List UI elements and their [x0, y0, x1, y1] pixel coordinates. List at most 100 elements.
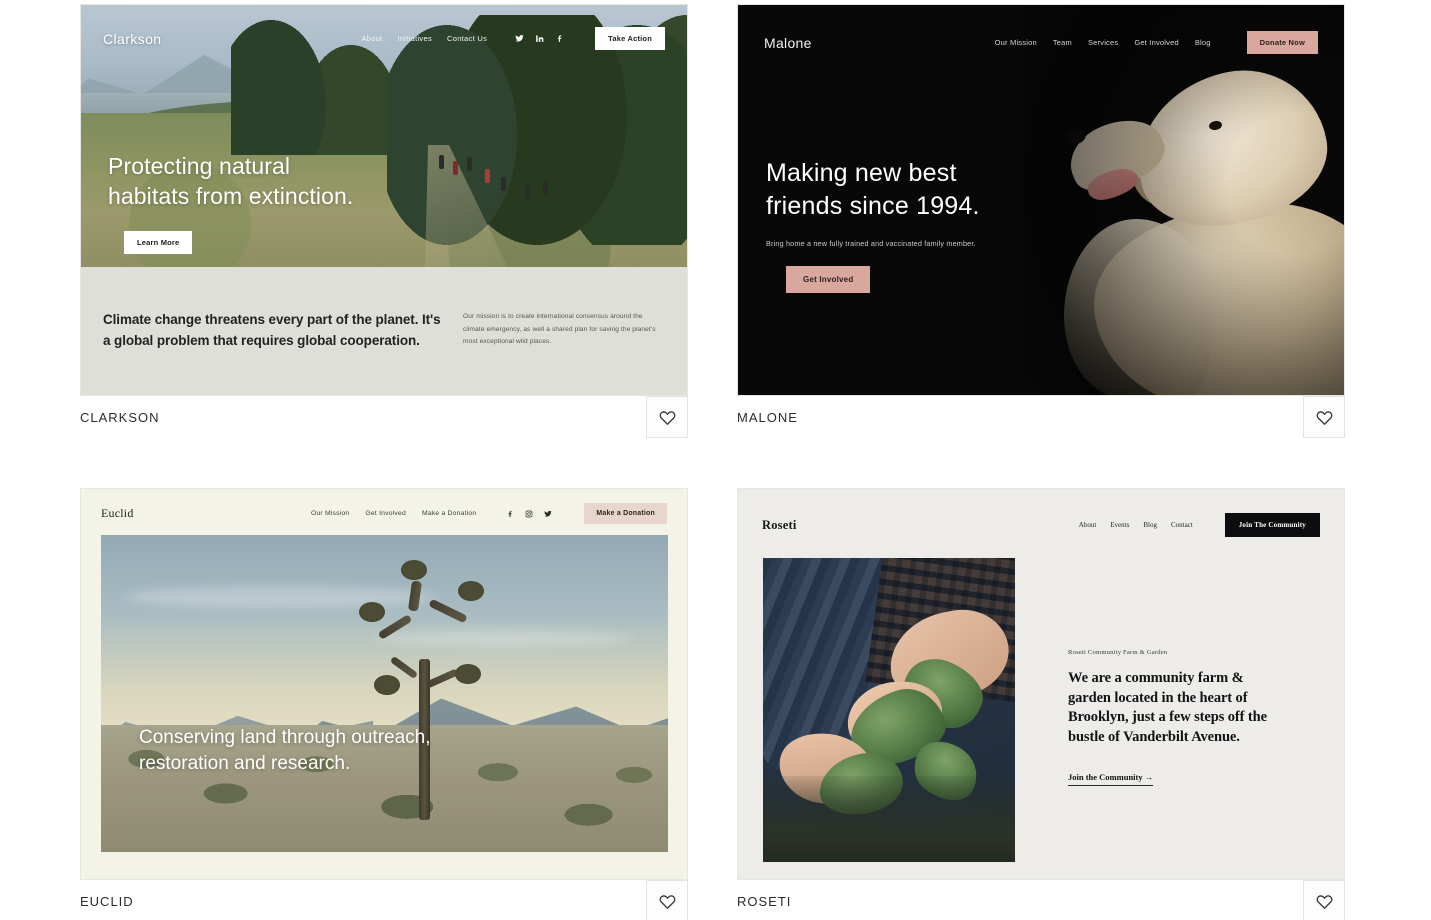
template-name: EUCLID — [80, 894, 134, 909]
section-heading: Climate change threatens every part of t… — [103, 309, 441, 395]
nav-item[interactable]: Blog — [1143, 521, 1157, 529]
site-preview: Clarkson About Initiatives Contact Us Ta… — [81, 5, 687, 395]
site-brand[interactable]: Clarkson — [103, 31, 161, 47]
site-nav: Malone Our Mission Team Services Get Inv… — [738, 31, 1344, 54]
hero-copy: Roseti Community Farm & Garden We are a … — [1068, 649, 1324, 786]
twitter-icon[interactable] — [544, 510, 553, 518]
hero-headline-line1: We are a community farm & — [1068, 670, 1244, 686]
tree-tuft — [374, 674, 401, 695]
template-preview-euclid[interactable]: Euclid Our Mission Get Involved Make a D… — [80, 488, 688, 880]
donate-now-button[interactable]: Donate Now — [1246, 31, 1318, 54]
template-name: ROSETI — [737, 894, 792, 909]
dog-photo — [1024, 5, 1344, 395]
nav-item[interactable]: Initiatives — [397, 34, 432, 43]
hero-headline: We are a community farm & garden located… — [1068, 669, 1324, 747]
nav-item[interactable]: Services — [1088, 38, 1118, 47]
hero-headline-line2: habitats from extinction. — [108, 183, 354, 209]
join-community-button[interactable]: Join The Community — [1224, 513, 1320, 537]
hero-copy: Making new best friends since 1994. Brin… — [766, 157, 980, 293]
social-links — [515, 34, 564, 43]
favorite-button[interactable] — [1303, 396, 1345, 438]
template-preview-clarkson[interactable]: Clarkson About Initiatives Contact Us Ta… — [80, 4, 688, 396]
site-nav: Euclid Our Mission Get Involved Make a D… — [81, 503, 687, 524]
site-preview: Euclid Our Mission Get Involved Make a D… — [81, 489, 687, 879]
make-a-donation-button[interactable]: Make a Donation — [584, 503, 667, 524]
soil-layer — [763, 776, 1015, 862]
template-name: MALONE — [737, 410, 798, 425]
nav-item[interactable]: Events — [1110, 521, 1129, 529]
eyebrow-text: Roseti Community Farm & Garden — [1068, 649, 1168, 656]
favorite-button[interactable] — [1303, 880, 1345, 920]
nav-item[interactable]: Contact — [1171, 521, 1193, 529]
tree-branch — [425, 668, 460, 689]
site-brand[interactable]: Roseti — [762, 518, 797, 533]
photo-vignette — [1024, 5, 1344, 395]
tree-branch — [428, 598, 469, 624]
section-body: Our mission is to create international c… — [463, 313, 656, 345]
nav-item[interactable]: Contact Us — [447, 34, 487, 43]
facebook-icon[interactable] — [555, 34, 564, 43]
nav-item[interactable]: Make a Donation — [422, 510, 476, 517]
hero-headline: Conserving land through outreach, restor… — [139, 725, 431, 777]
hero-copy: Protecting natural habitats from extinct… — [108, 151, 353, 254]
template-card-euclid[interactable]: Euclid Our Mission Get Involved Make a D… — [80, 488, 688, 920]
card-footer: MALONE — [737, 396, 1345, 456]
card-footer: EUCLID — [80, 880, 688, 920]
nav-item[interactable]: Our Mission — [311, 510, 349, 517]
section-heading-line1: Climate change threatens every part of t… — [103, 312, 441, 327]
site-nav-links: About Events Blog Contact Join The Commu… — [1079, 513, 1320, 537]
site-preview: Malone Our Mission Team Services Get Inv… — [738, 5, 1344, 395]
site-preview: Roseti About Events Blog Contact Join Th… — [738, 489, 1344, 879]
twitter-icon[interactable] — [515, 34, 524, 43]
site-nav: Roseti About Events Blog Contact Join Th… — [738, 513, 1344, 537]
site-brand[interactable]: Euclid — [101, 506, 134, 521]
join-community-link[interactable]: Join the Community → — [1068, 772, 1154, 786]
garden-photo — [763, 558, 1015, 862]
hero-headline-line2: friends since 1994. — [766, 192, 980, 220]
hero-headline-line4: bustle of Vanderbilt Avenue. — [1068, 728, 1240, 745]
hero-headline-line3: Brooklyn, just a few steps off the — [1068, 709, 1267, 725]
template-card-clarkson[interactable]: Clarkson About Initiatives Contact Us Ta… — [80, 4, 688, 456]
template-card-roseti[interactable]: Roseti About Events Blog Contact Join Th… — [737, 488, 1345, 920]
site-nav: Clarkson About Initiatives Contact Us Ta… — [81, 27, 687, 50]
joshua-tree — [350, 560, 500, 821]
template-gallery: Clarkson About Initiatives Contact Us Ta… — [0, 0, 1431, 920]
learn-more-button[interactable]: Learn More — [124, 231, 193, 254]
template-name: CLARKSON — [80, 410, 160, 425]
nav-item[interactable]: About — [361, 34, 382, 43]
nav-item[interactable]: Our Mission — [995, 38, 1037, 47]
favorite-button[interactable] — [646, 880, 688, 920]
template-preview-malone[interactable]: Malone Our Mission Team Services Get Inv… — [737, 4, 1345, 396]
template-card-malone[interactable]: Malone Our Mission Team Services Get Inv… — [737, 4, 1345, 456]
tree-branch — [378, 613, 413, 640]
nav-item[interactable]: Get Involved — [365, 510, 406, 517]
linkedin-icon[interactable] — [535, 34, 544, 43]
heart-icon — [1316, 894, 1332, 909]
social-links — [506, 510, 553, 518]
heart-icon — [659, 410, 675, 425]
instagram-icon[interactable] — [525, 510, 533, 518]
site-nav-links: Our Mission Get Involved Make a Donation… — [311, 503, 667, 524]
tree-tuft — [401, 560, 428, 581]
nav-item[interactable]: Blog — [1195, 38, 1211, 47]
hero-headline: Making new best friends since 1994. — [766, 157, 980, 223]
tree-branch — [408, 580, 423, 612]
hero-headline-line1: Making new best — [766, 159, 957, 187]
site-brand[interactable]: Malone — [764, 35, 812, 51]
hero-headline-line2: garden located in the heart of — [1068, 689, 1248, 706]
get-involved-button[interactable]: Get Involved — [786, 266, 871, 293]
hero-subhead: Bring home a new fully trained and vacci… — [766, 239, 976, 248]
template-preview-roseti[interactable]: Roseti About Events Blog Contact Join Th… — [737, 488, 1345, 880]
tree-tuft — [359, 601, 386, 622]
section-heading-line2: a global problem that requires global co… — [103, 333, 420, 348]
nav-item[interactable]: Get Involved — [1134, 38, 1179, 47]
hero-copy: Conserving land through outreach, restor… — [139, 725, 431, 777]
hero-headline-line1: Protecting natural — [108, 153, 291, 179]
favorite-button[interactable] — [646, 396, 688, 438]
facebook-icon[interactable] — [506, 510, 514, 518]
tree-tuft — [458, 581, 485, 602]
nav-item[interactable]: About — [1079, 521, 1097, 529]
take-action-button[interactable]: Take Action — [595, 27, 665, 50]
heart-icon — [1316, 410, 1332, 425]
nav-item[interactable]: Team — [1053, 38, 1072, 47]
